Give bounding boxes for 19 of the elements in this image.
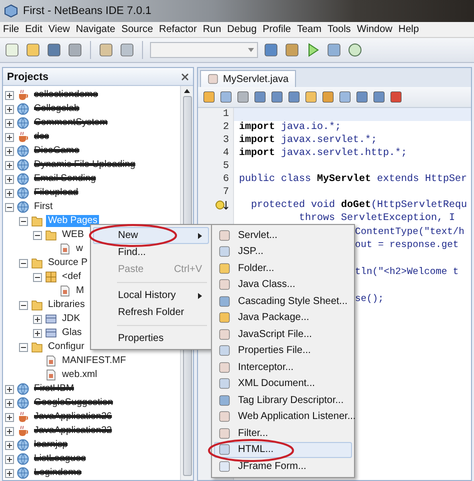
code-line: import java.io.*; [239,122,342,134]
code-line: se(); [355,293,384,306]
code-line: ContentType("text/h [355,226,464,238]
code-line: out = response.get [355,239,459,252]
line-number: 1 [222,109,229,120]
line-number: 7 [222,187,229,198]
line-number: 4 [222,148,229,159]
line-number: 5 [222,161,229,172]
code-line: import javax.servlet.http.*; [239,148,408,160]
line-number: 6 [222,174,229,185]
panel-title: Projects [7,70,48,82]
code-line: import javax.servlet.*; [239,134,378,146]
window-title: First - NetBeans IDE 7.0.1 [23,5,152,17]
code-line: throws ServletException, I [298,212,456,224]
line-number: 2 [222,122,229,133]
code-line: protected void doGet(HttpServletRequ [250,200,468,212]
code-line: tln("<h2>Welcome t [355,266,459,278]
line-number: 3 [222,135,229,146]
code-line: public class MyServlet extends HttpSer [239,174,468,186]
